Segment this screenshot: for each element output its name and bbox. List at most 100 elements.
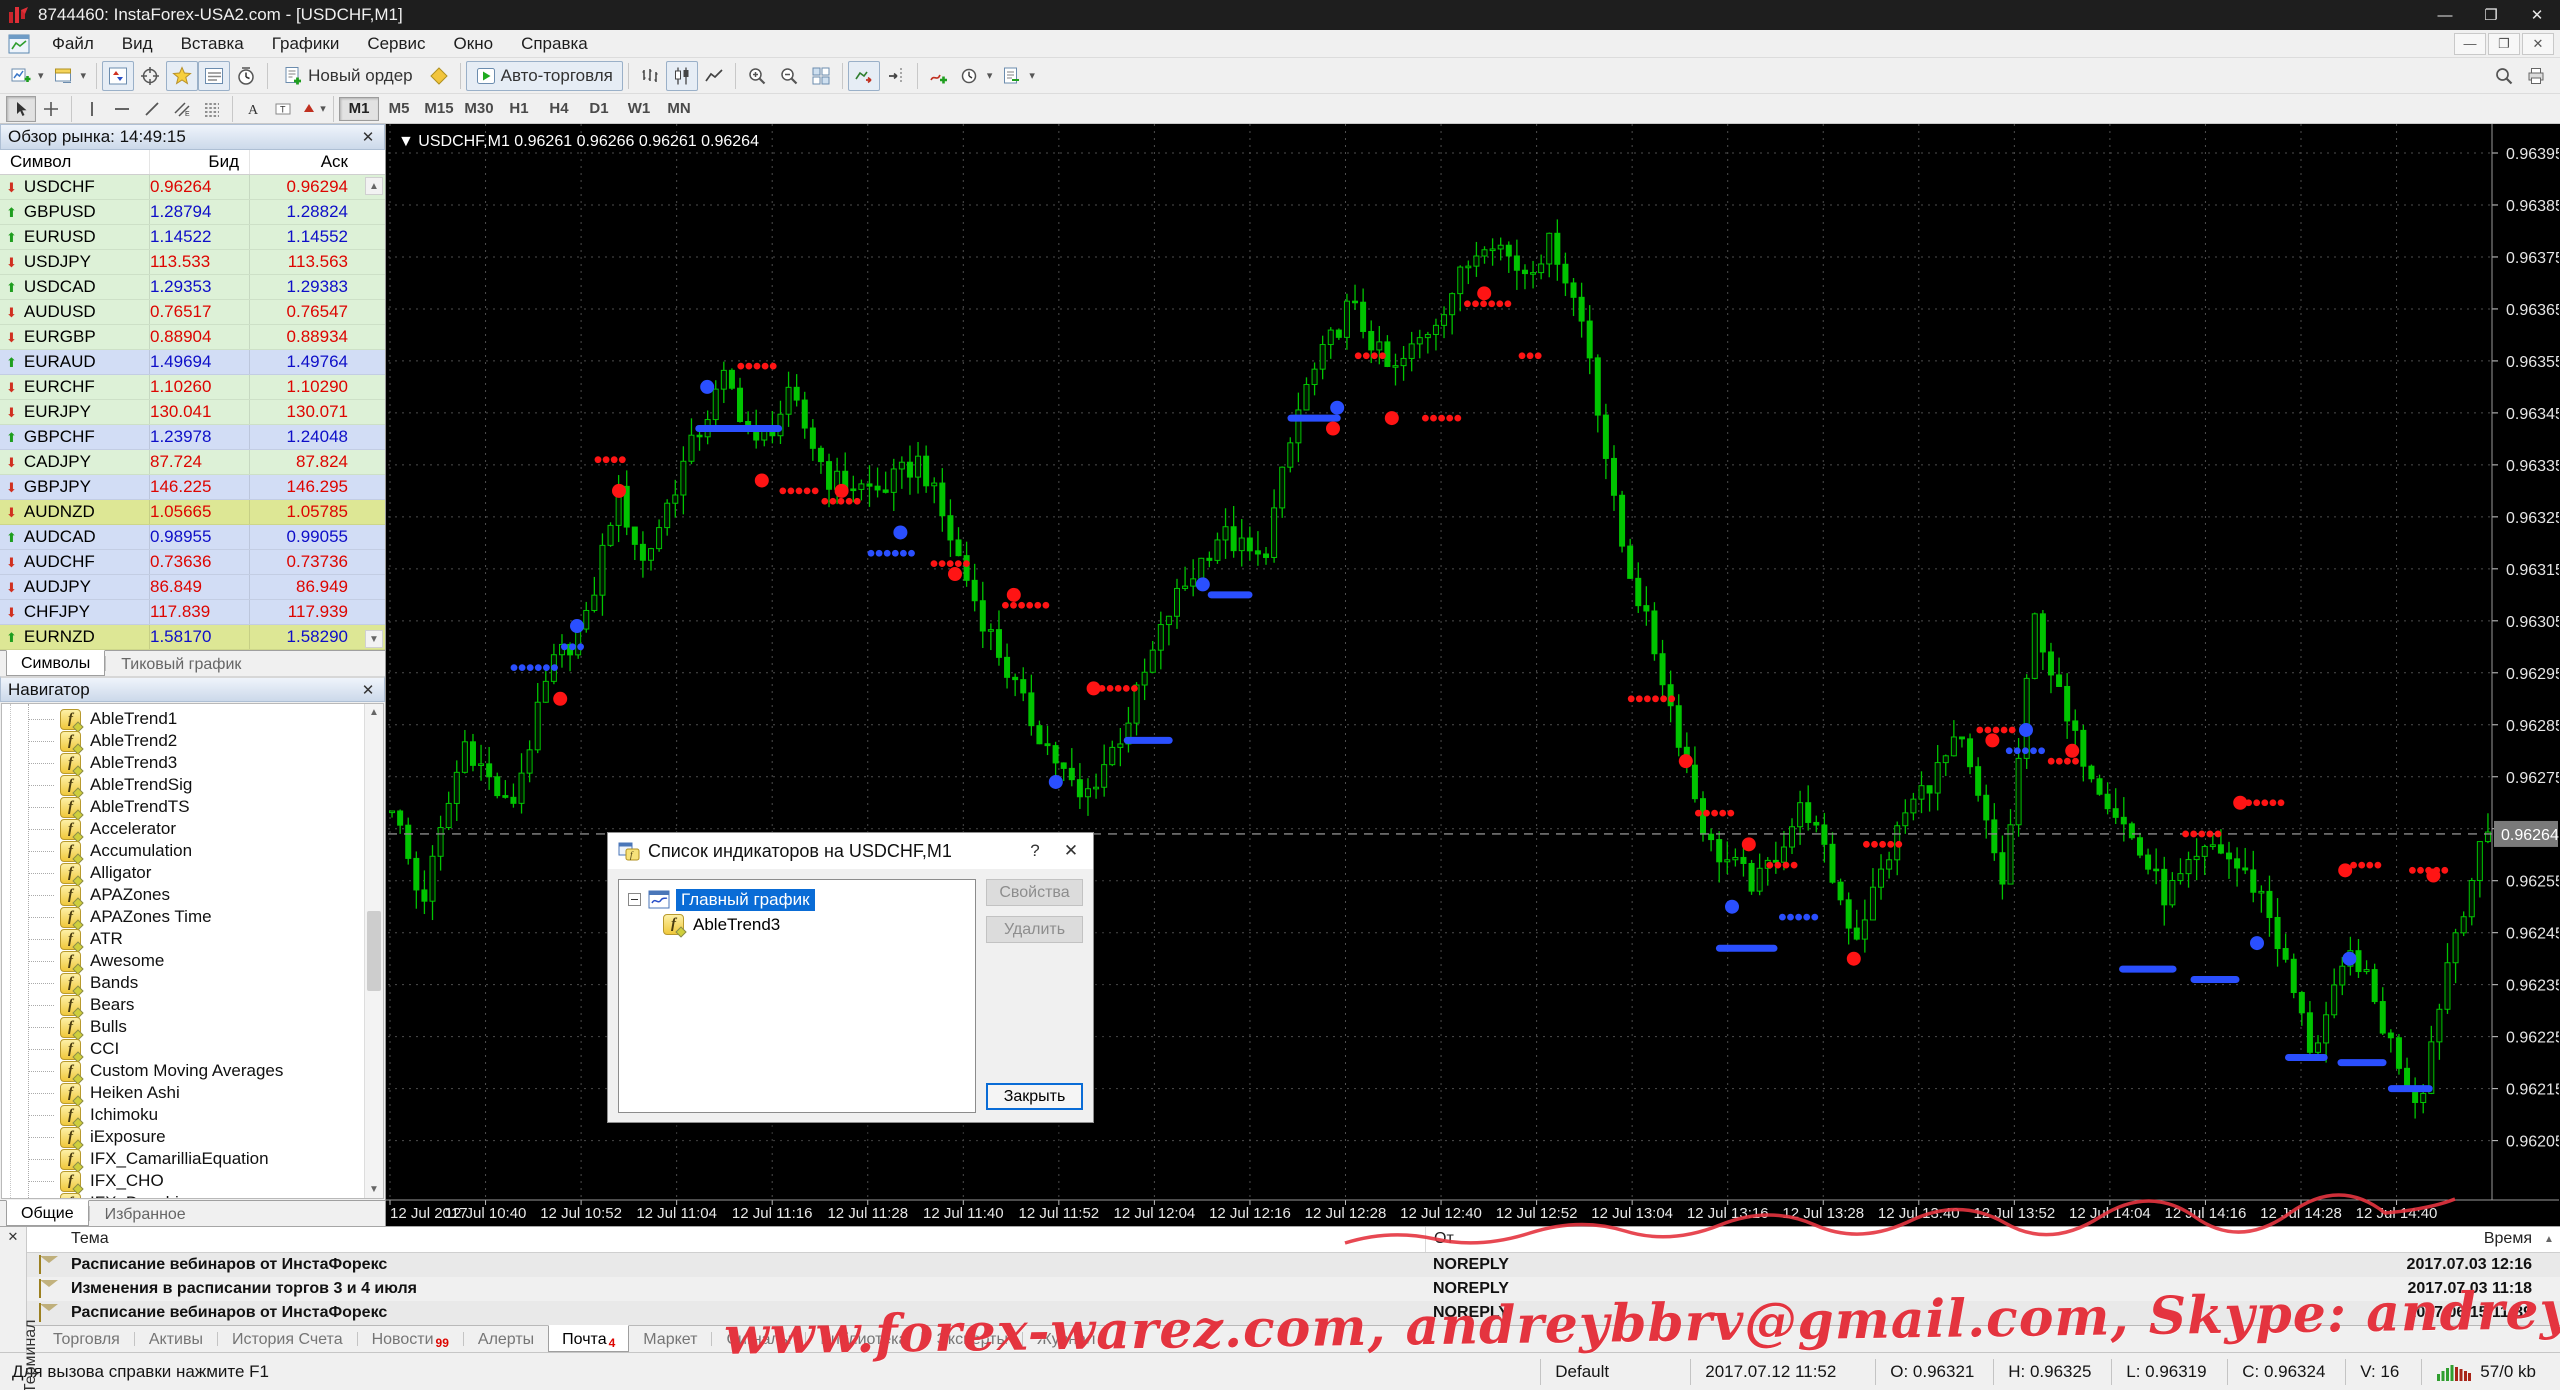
navigator-close-icon[interactable]: ✕ xyxy=(359,681,377,699)
terminal-toggle-button[interactable] xyxy=(198,61,230,91)
market-watch-tab-1[interactable]: Тиковый график xyxy=(106,651,256,676)
market-watch-row-gbpusd[interactable]: ⬆GBPUSD1.287941.28824 xyxy=(0,200,385,225)
text-label-tool-button[interactable]: T xyxy=(268,96,298,122)
navigator-tab-1[interactable]: Избранное xyxy=(90,1201,201,1226)
terminal-tab-experts[interactable]: Эксперты xyxy=(922,1326,1022,1352)
properties-button[interactable]: Свойства xyxy=(986,879,1083,906)
terminal-tab-market[interactable]: Маркет xyxy=(629,1326,711,1352)
navigator-toggle-button[interactable] xyxy=(166,61,198,91)
tree-item-abletrend3[interactable]: f AbleTrend3 xyxy=(663,912,975,937)
close-button[interactable]: ✕ xyxy=(2514,0,2560,30)
child-close-button[interactable]: ✕ xyxy=(2522,33,2554,55)
scroll-up-icon[interactable]: ▲ xyxy=(365,177,383,195)
navigator-item-ichimoku[interactable]: fIchimoku xyxy=(2,1104,383,1126)
navigator-item-heiken-ashi[interactable]: fHeiken Ashi xyxy=(2,1082,383,1104)
market-watch-row-usdjpy[interactable]: ⬇USDJPY113.533113.563 xyxy=(0,250,385,275)
data-window-button[interactable] xyxy=(134,61,166,91)
maximize-button[interactable]: ❐ xyxy=(2468,0,2514,30)
indicators-list-dialog[interactable]: f Список индикаторов на USDCHF,M1 ? ✕ Гл… xyxy=(607,832,1094,1123)
market-watch-row-audusd[interactable]: ⬇AUDUSD0.765170.76547 xyxy=(0,300,385,325)
market-watch-row-eurgbp[interactable]: ⬇EURGBP0.889040.88934 xyxy=(0,325,385,350)
new-order-button[interactable]: Новый ордер xyxy=(273,61,423,91)
navigator-item-abletrend3[interactable]: fAbleTrend3 xyxy=(2,752,383,774)
navigator-item-apazones-time[interactable]: fAPAZones Time xyxy=(2,906,383,928)
navigator-item-custom-moving-averages[interactable]: fCustom Moving Averages xyxy=(2,1060,383,1082)
child-minimize-button[interactable]: — xyxy=(2454,33,2486,55)
navigator-item-apazones[interactable]: fAPAZones xyxy=(2,884,383,906)
navigator-item-abletrend2[interactable]: fAbleTrend2 xyxy=(2,730,383,752)
navigator-item-ifx-donchian[interactable]: fIFX_Donchian xyxy=(2,1192,383,1199)
scroll-up-icon[interactable]: ▲ xyxy=(2538,1234,2560,1245)
scroll-down-icon[interactable]: ▼ xyxy=(365,1181,383,1198)
terminal-tab-library[interactable]: Библиотека xyxy=(806,1326,921,1352)
chart-shift-button[interactable] xyxy=(880,61,912,91)
periods-button[interactable]: ▾ xyxy=(955,61,998,91)
navigator-item-abletrend1[interactable]: fAbleTrend1 xyxy=(2,708,383,730)
close-dialog-button[interactable]: Закрыть xyxy=(986,1083,1083,1110)
new-chart-button[interactable]: ▾ xyxy=(6,61,49,91)
navigator-item-iexposure[interactable]: fiExposure xyxy=(2,1126,383,1148)
templates-button[interactable]: ▾ xyxy=(997,61,1040,91)
dialog-help-button[interactable]: ? xyxy=(1017,836,1053,866)
menu-item-insert[interactable]: Вставка xyxy=(167,32,258,56)
terminal-tab-news[interactable]: Новости99 xyxy=(358,1326,463,1352)
navigator-item-ifx-camarilliaequation[interactable]: fIFX_CamarilliaEquation xyxy=(2,1148,383,1170)
scroll-down-icon[interactable]: ▼ xyxy=(365,630,383,648)
profiles-button[interactable]: ▾ xyxy=(49,61,92,91)
navigator-scrollbar[interactable]: ▲ ▼ xyxy=(364,704,383,1198)
auto-scroll-button[interactable] xyxy=(848,61,880,91)
mail-row-1[interactable]: Изменения в расписании торгов 3 и 4 июля… xyxy=(27,1277,2560,1301)
timeframe-button-h1[interactable]: H1 xyxy=(499,97,539,121)
menu-item-view[interactable]: Вид xyxy=(108,32,167,56)
text-tool-button[interactable]: A xyxy=(238,96,268,122)
column-bid[interactable]: Бид xyxy=(150,150,250,174)
column-from[interactable]: От xyxy=(1425,1227,2370,1252)
trendline-tool-button[interactable] xyxy=(137,96,167,122)
menu-item-help[interactable]: Справка xyxy=(507,32,602,56)
column-subject[interactable]: Тема xyxy=(71,1230,1425,1248)
mail-row-2[interactable]: Расписание вебинаров от ИнстаФорексNOREP… xyxy=(27,1301,2560,1325)
terminal-tab-trade[interactable]: Торговля xyxy=(39,1326,134,1352)
tree-collapse-icon[interactable] xyxy=(628,893,641,906)
horizontal-line-tool-button[interactable] xyxy=(107,96,137,122)
navigator-item-bands[interactable]: fBands xyxy=(2,972,383,994)
minimize-button[interactable]: — xyxy=(2422,0,2468,30)
navigator-item-awesome[interactable]: fAwesome xyxy=(2,950,383,972)
market-watch-row-eurusd[interactable]: ⬆EURUSD1.145221.14552 xyxy=(0,225,385,250)
timeframe-button-m1[interactable]: M1 xyxy=(339,97,379,121)
bar-chart-button[interactable] xyxy=(634,61,666,91)
cursor-tool-button[interactable] xyxy=(6,96,36,122)
timeframe-button-d1[interactable]: D1 xyxy=(579,97,619,121)
navigator-item-alligator[interactable]: fAlligator xyxy=(2,862,383,884)
timeframe-button-m30[interactable]: M30 xyxy=(459,97,499,121)
print-button[interactable] xyxy=(2520,61,2552,91)
line-chart-button[interactable] xyxy=(698,61,730,91)
market-watch-row-cadjpy[interactable]: ⬇CADJPY87.72487.824 xyxy=(0,450,385,475)
terminal-tab-assets[interactable]: Активы xyxy=(135,1326,217,1352)
arrows-tool-button[interactable]: ▾ xyxy=(298,96,328,122)
menu-item-charts[interactable]: Графики xyxy=(258,32,354,56)
market-watch-row-usdchf[interactable]: ⬇USDCHF0.962640.96294 xyxy=(0,175,385,200)
zoom-out-button[interactable] xyxy=(773,61,805,91)
crosshair-tool-button[interactable] xyxy=(36,96,66,122)
market-watch-row-eurnzd[interactable]: ⬆EURNZD1.581701.58290 xyxy=(0,625,385,650)
navigator-item-atr[interactable]: fATR xyxy=(2,928,383,950)
vertical-line-tool-button[interactable] xyxy=(77,96,107,122)
strategy-tester-button[interactable] xyxy=(230,61,262,91)
navigator-item-accumulation[interactable]: fAccumulation xyxy=(2,840,383,862)
timeframe-button-m5[interactable]: M5 xyxy=(379,97,419,121)
terminal-tab-alerts[interactable]: Алерты xyxy=(464,1326,548,1352)
timeframe-button-mn[interactable]: MN xyxy=(659,97,699,121)
navigator-tab-0[interactable]: Общие xyxy=(6,1200,89,1226)
terminal-close-icon[interactable]: ✕ xyxy=(0,1229,26,1245)
navigator-item-abletrendts[interactable]: fAbleTrendTS xyxy=(2,796,383,818)
indicators-button[interactable] xyxy=(923,61,955,91)
market-watch-tab-0[interactable]: Символы xyxy=(6,650,105,676)
market-watch-row-euraud[interactable]: ⬆EURAUD1.496941.49764 xyxy=(0,350,385,375)
terminal-tab-signals[interactable]: Сигналы xyxy=(712,1326,805,1352)
dialog-close-button[interactable]: ✕ xyxy=(1053,836,1089,866)
terminal-tab-history[interactable]: История Счета xyxy=(218,1326,357,1352)
navigator-item-bulls[interactable]: fBulls xyxy=(2,1016,383,1038)
autotrade-button[interactable]: Авто-торговля xyxy=(466,61,623,91)
menu-item-window[interactable]: Окно xyxy=(440,32,508,56)
